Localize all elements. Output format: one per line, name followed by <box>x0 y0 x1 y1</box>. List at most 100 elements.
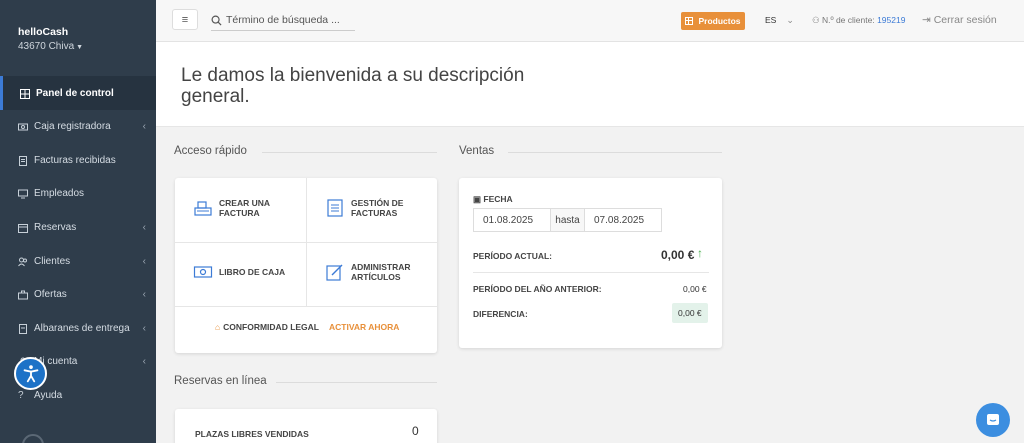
manage-invoices-button[interactable]: GESTIÓN DE FACTURAS <box>325 198 435 218</box>
receipt-icon <box>18 323 28 334</box>
date-separator: hasta <box>550 208 585 232</box>
date-to-input[interactable]: 07.08.2025 <box>584 208 662 232</box>
sidebar-item-employees[interactable]: Empleados <box>0 177 156 211</box>
sold-slots-label: PLAZAS LIBRES VENDIDAS <box>195 429 309 439</box>
sidebar-item-label: Caja registradora <box>34 121 111 133</box>
language-label: ES <box>765 15 777 25</box>
date-from-input[interactable]: 01.08.2025 <box>473 208 551 232</box>
sidebar-item-label: Ofertas <box>34 289 67 301</box>
search-placeholder: Término de búsqueda ... <box>226 14 340 26</box>
monitor-icon <box>18 189 28 199</box>
sidebar-item-label: Albaranes de entrega <box>34 322 130 334</box>
accessibility-button[interactable] <box>14 357 47 390</box>
legal-label: CONFORMIDAD LEGAL <box>223 322 319 332</box>
sidebar-item-label: Panel de control <box>36 87 114 99</box>
search-icon <box>211 15 222 26</box>
sidebar: helloCash 43670 Chiva ▼ Panel de control … <box>0 0 156 443</box>
sold-slots-value: 0 <box>412 424 419 438</box>
section-divider <box>508 152 722 153</box>
date-to-value: 07.08.2025 <box>594 214 645 226</box>
document-icon <box>18 155 28 166</box>
manage-invoices-label: GESTIÓN DE FACTURAS <box>351 198 404 218</box>
sidebar-item-label: Clientes <box>34 255 71 267</box>
top-bar: ≡ Término de búsqueda ... Productos ES ⌄ … <box>156 0 1024 42</box>
menu-toggle-button[interactable]: ≡ <box>172 9 198 30</box>
location-selector[interactable]: 43670 Chiva ▼ <box>18 41 83 52</box>
client-label: N.º de cliente: <box>821 15 875 25</box>
cash-book-label: LIBRO DE CAJA <box>219 267 286 277</box>
client-number-value[interactable]: 195219 <box>877 15 905 25</box>
grid-icon <box>685 17 694 25</box>
sidebar-item-label: Reservas <box>34 222 77 234</box>
logout-button[interactable]: ⇥ Cerrar sesión <box>922 14 997 26</box>
chat-button[interactable] <box>976 403 1010 437</box>
current-period-label: PERÍODO ACTUAL: <box>473 251 553 261</box>
section-divider <box>262 152 437 153</box>
online-bookings-title: Reservas en línea <box>174 375 267 387</box>
cash-icon <box>18 122 28 131</box>
quick-access-title: Acceso rápido <box>174 145 247 157</box>
products-button[interactable]: Productos <box>681 12 745 30</box>
cash-register-icon <box>194 201 212 216</box>
calendar-icon <box>18 223 28 234</box>
caret-down-icon: ▼ <box>76 44 84 51</box>
grid-icon <box>20 88 30 99</box>
cash-book-button[interactable]: LIBRO DE CAJA <box>193 262 303 282</box>
activate-now-link[interactable]: ACTIVAR AHORA <box>329 322 399 332</box>
manage-items-label: ADMINISTRAR ARTÍCULOS <box>351 262 411 282</box>
legal-compliance: ⌂ CONFORMIDAD LEGAL ACTIVAR AHORA <box>215 322 399 332</box>
sales-card: ▣ FECHA 01.08.2025 hasta 07.08.2025 PERÍ… <box>459 178 722 348</box>
collapse-icon[interactable] <box>22 434 44 443</box>
bank-icon: ⌂ <box>215 322 221 332</box>
banknote-icon <box>193 266 213 278</box>
divider <box>473 272 709 273</box>
location-label: 43670 Chiva <box>18 41 75 52</box>
invoices-icon <box>327 199 343 217</box>
difference-value: 0,00 € <box>672 303 708 323</box>
date-label: ▣ FECHA <box>473 194 513 205</box>
accessibility-icon <box>23 364 38 382</box>
sidebar-item-offers[interactable]: Ofertas ‹ <box>0 278 156 312</box>
sidebar-item-received-invoices[interactable]: Facturas recibidas <box>0 144 156 178</box>
quick-access-card: CREAR UNA FACTURA GESTIÓN DE FACTURAS LI… <box>175 178 437 353</box>
current-period-value: 0,00 € <box>661 248 695 262</box>
question-icon: ? <box>18 390 24 402</box>
edit-icon <box>326 264 343 281</box>
create-invoice-button[interactable]: CREAR UNA FACTURA <box>193 198 303 218</box>
chevron-left-icon: ‹ <box>142 322 146 334</box>
sidebar-item-label: Ayuda <box>34 390 63 402</box>
date-label-text: FECHA <box>483 194 513 204</box>
welcome-banner: Le damos la bienvenida a su descripción … <box>156 42 1024 127</box>
sidebar-item-delivery-notes[interactable]: Albaranes de entrega ‹ <box>0 312 156 346</box>
brand-name: helloCash <box>18 26 69 38</box>
calendar-icon: ▣ <box>473 194 484 204</box>
grid-divider <box>175 306 437 307</box>
sidebar-item-dashboard[interactable]: Panel de control <box>0 76 156 110</box>
client-number: ⚇ N.º de cliente: 195219 <box>812 15 905 26</box>
users-icon <box>18 257 28 266</box>
briefcase-icon <box>18 290 28 300</box>
language-selector[interactable]: ES ⌄ <box>765 15 794 26</box>
grid-divider <box>175 242 437 243</box>
sidebar-item-cash-register[interactable]: Caja registradora ‹ <box>0 110 156 144</box>
logout-label: Cerrar sesión <box>933 14 997 26</box>
create-invoice-label: CREAR UNA FACTURA <box>219 198 270 218</box>
search-input[interactable]: Término de búsqueda ... <box>211 10 355 31</box>
prev-year-label: PERÍODO DEL AÑO ANTERIOR: <box>473 284 602 294</box>
products-label: Productos <box>698 16 741 26</box>
difference-label: DIFERENCIA: <box>473 309 528 319</box>
manage-items-button[interactable]: ADMINISTRAR ARTÍCULOS <box>325 262 435 282</box>
hamburger-icon: ≡ <box>181 13 189 26</box>
chevron-left-icon: ‹ <box>142 222 146 234</box>
sidebar-item-label: Facturas recibidas <box>34 154 116 166</box>
sidebar-item-bookings[interactable]: Reservas ‹ <box>0 211 156 245</box>
logout-icon: ⇥ <box>922 14 934 26</box>
sidebar-item-customers[interactable]: Clientes ‹ <box>0 244 156 278</box>
brand[interactable]: helloCash 43670 Chiva ▼ <box>18 26 83 52</box>
sales-title: Ventas <box>459 145 495 157</box>
page-title: Le damos la bienvenida a su descripción … <box>181 65 525 107</box>
date-separator-label: hasta <box>555 214 580 226</box>
section-divider <box>276 382 437 383</box>
online-bookings-card: PLAZAS LIBRES VENDIDAS 0 <box>175 409 437 443</box>
chevron-left-icon: ‹ <box>142 121 146 133</box>
